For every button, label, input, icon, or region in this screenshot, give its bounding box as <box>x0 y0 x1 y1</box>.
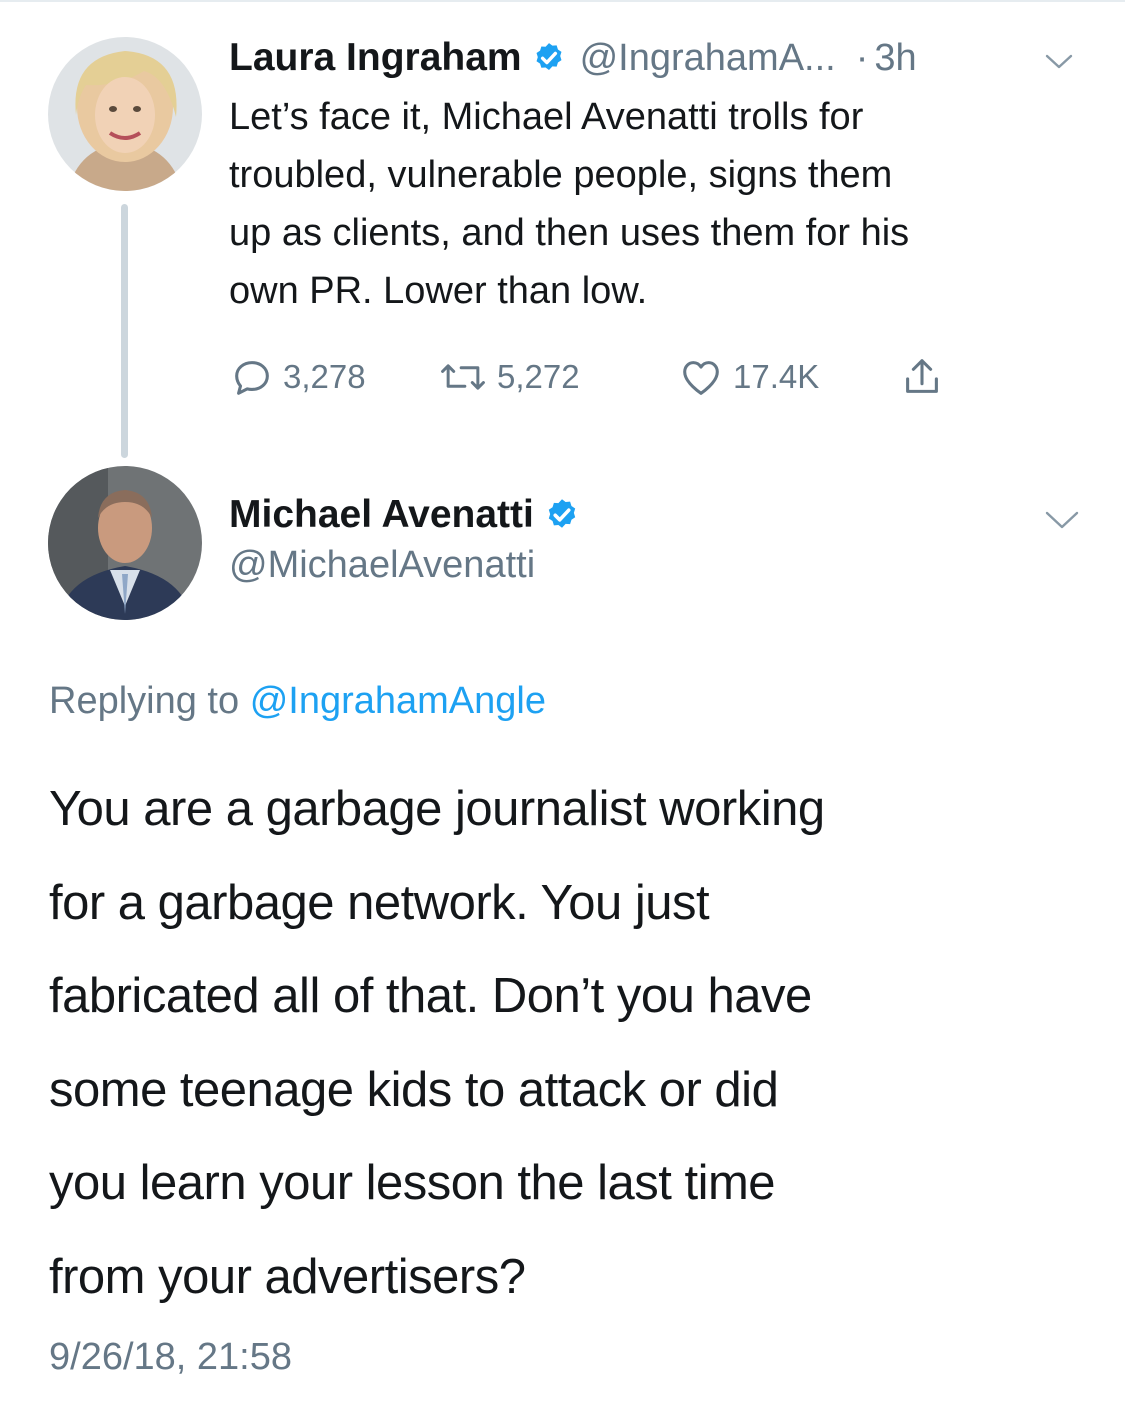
retweet-button[interactable]: 5,272 <box>437 352 580 402</box>
replying-to-line: Replying to @IngrahamAngle <box>49 680 546 723</box>
author-handle[interactable]: @IngrahamA... <box>580 37 836 80</box>
top-divider <box>0 0 1125 2</box>
verified-badge-icon <box>544 497 580 533</box>
retweet-icon <box>441 364 485 390</box>
reply-icon <box>235 361 269 395</box>
tweet-time[interactable]: 3h <box>874 37 916 80</box>
reply-author-handle[interactable]: @MichaelAvenatti <box>229 544 535 587</box>
share-button[interactable] <box>899 352 953 402</box>
verified-badge-icon <box>532 41 566 75</box>
share-icon <box>906 359 938 393</box>
reply-text-line: you learn your lesson the last time <box>49 1156 776 1210</box>
avatar-laura-ingraham[interactable] <box>48 37 202 191</box>
chevron-down-icon[interactable] <box>1044 508 1080 537</box>
reply-count: 3,278 <box>283 358 366 395</box>
tweet-timestamp[interactable]: 9/26/18, 21:58 <box>49 1336 292 1379</box>
author-name[interactable]: Laura Ingraham <box>229 36 522 80</box>
reply-author-name[interactable]: Michael Avenatti <box>229 493 534 537</box>
replying-to-label: Replying to <box>49 680 240 722</box>
like-count: 17.4K <box>733 358 820 395</box>
reply-text-line: You are a garbage journalist working <box>49 782 825 836</box>
chevron-down-icon[interactable] <box>1044 52 1074 77</box>
reply-author-header: Michael Avenatti <box>229 488 580 542</box>
reply-button[interactable]: 3,278 <box>229 352 366 402</box>
retweet-count: 5,272 <box>497 358 580 395</box>
reply-text-line: from your advertisers? <box>49 1249 526 1304</box>
like-button[interactable]: 17.4K <box>677 352 819 402</box>
tweet-actions: 3,278 5,272 17.4K <box>229 352 989 402</box>
reply-tweet-text: You are a garbage journalist working for… <box>49 763 1069 1324</box>
replying-to-mention-link[interactable]: @IngrahamAngle <box>250 680 546 722</box>
avatar-michael-avenatti[interactable] <box>48 466 202 620</box>
thread-connector-line <box>121 204 128 458</box>
parent-tweet-text: Let’s face it, Michael Avenatti trolls f… <box>229 96 910 312</box>
reply-text-line: some teenage kids to attack or did <box>49 1062 779 1117</box>
separator-dot: · <box>855 36 869 79</box>
reply-text-line: for a garbage network. You just <box>49 875 710 930</box>
heart-icon <box>683 361 719 395</box>
parent-tweet-header: Laura Ingraham @IngrahamA... · 3h <box>229 30 917 86</box>
reply-text-line: fabricated all of that. Don’t you have <box>49 969 812 1023</box>
